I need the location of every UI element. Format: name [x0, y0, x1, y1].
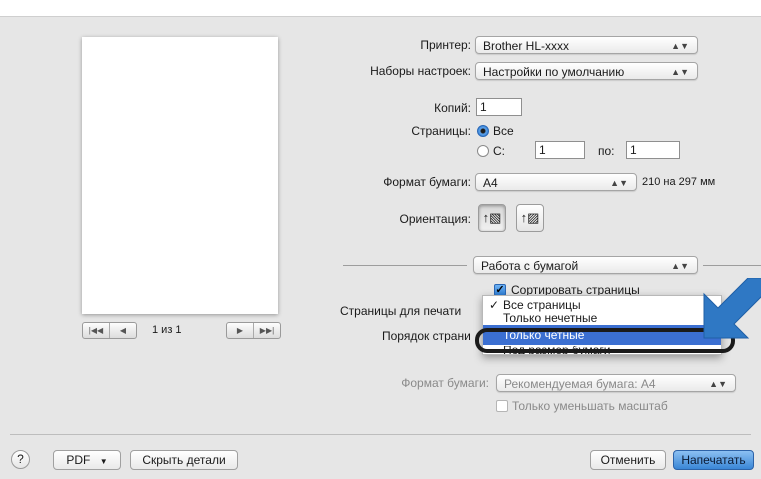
- footer-divider: [10, 434, 751, 435]
- portrait-orientation-button[interactable]: ↑▧: [478, 204, 506, 232]
- page-order-label: Порядок страни: [382, 329, 471, 343]
- dest-paper-label: Формат бумаги:: [401, 376, 489, 390]
- pdf-label: PDF: [66, 453, 91, 467]
- paper-size-select[interactable]: A4 ▲▼: [475, 173, 637, 191]
- paper-size-value: A4: [483, 176, 498, 190]
- previous-page-icon[interactable]: ◀: [110, 323, 136, 338]
- pages-all-label: Все: [493, 124, 514, 138]
- page-preview: [82, 37, 278, 314]
- updown-arrows-icon: ▲▼: [671, 67, 689, 77]
- pdf-button[interactable]: PDF ▼: [53, 450, 121, 470]
- print-button[interactable]: Напечатать: [673, 450, 754, 470]
- cancel-button[interactable]: Отменить: [590, 450, 666, 470]
- page-count: 1 из 1: [152, 324, 182, 336]
- copies-label: Копий:: [434, 101, 471, 115]
- preview-forward-nav[interactable]: ▶ ▶▶|: [226, 322, 281, 339]
- callout-arrow-icon: [703, 278, 761, 339]
- orientation-label: Ориентация:: [399, 212, 471, 226]
- pages-to-label: по:: [598, 144, 615, 158]
- highlight-callout: [475, 328, 735, 353]
- dest-paper-select[interactable]: Рекомендуемая бумага: A4 ▲▼: [496, 374, 736, 392]
- scale-down-label: Только уменьшать масштаб: [512, 399, 668, 413]
- updown-arrows-icon: ▲▼: [610, 178, 628, 188]
- updown-arrows-icon: ▲▼: [671, 261, 689, 271]
- section-value: Работа с бумагой: [481, 259, 579, 273]
- printer-select[interactable]: Brother HL-xxxx ▲▼: [475, 36, 698, 54]
- landscape-orientation-button[interactable]: ↑▨: [516, 204, 544, 232]
- first-page-icon[interactable]: |◀◀: [83, 323, 110, 338]
- print-dialog: |◀◀ ◀ 1 из 1 ▶ ▶▶| Принтер: Brother HL-x…: [0, 0, 761, 479]
- pages-range-radio[interactable]: [477, 145, 489, 157]
- updown-arrows-icon: ▲▼: [671, 41, 689, 51]
- section-divider-right: [703, 265, 761, 266]
- next-page-icon[interactable]: ▶: [227, 323, 254, 338]
- hide-details-button[interactable]: Скрыть детали: [130, 450, 238, 470]
- pages-to-field[interactable]: 1: [626, 141, 680, 159]
- updown-arrows-icon: ▲▼: [709, 379, 727, 389]
- copies-field[interactable]: 1: [476, 98, 522, 116]
- paper-size-label: Формат бумаги:: [383, 175, 471, 189]
- pages-from-field[interactable]: 1: [535, 141, 585, 159]
- section-select[interactable]: Работа с бумагой ▲▼: [473, 256, 698, 274]
- last-page-icon[interactable]: ▶▶|: [254, 323, 280, 338]
- scale-down-checkbox[interactable]: [496, 400, 508, 412]
- pages-label: Страницы:: [411, 124, 471, 138]
- portrait-icon: ↑▧: [482, 210, 502, 225]
- dest-paper-value: Рекомендуемая бумага: A4: [504, 377, 656, 391]
- presets-value: Настройки по умолчанию: [483, 65, 625, 79]
- pages-from-label: С:: [493, 144, 505, 158]
- pages-to-print-label: Страницы для печати: [340, 304, 462, 318]
- menu-item-odd-pages[interactable]: Только нечетные: [483, 312, 721, 324]
- pages-all-radio[interactable]: [477, 125, 489, 137]
- printer-label: Принтер:: [420, 38, 471, 52]
- presets-select[interactable]: Настройки по умолчанию ▲▼: [475, 62, 698, 80]
- chevron-down-icon: ▼: [99, 457, 108, 466]
- menu-item-all-pages[interactable]: Все страницы: [483, 297, 721, 313]
- paper-dimensions: 210 на 297 мм: [642, 176, 716, 188]
- section-divider-left: [343, 265, 467, 266]
- help-button[interactable]: ?: [11, 450, 30, 469]
- window-top-strip: [0, 0, 761, 17]
- presets-label: Наборы настроек:: [370, 64, 471, 78]
- printer-value: Brother HL-xxxx: [483, 39, 570, 53]
- preview-back-nav[interactable]: |◀◀ ◀: [82, 322, 137, 339]
- landscape-icon: ↑▨: [520, 210, 540, 225]
